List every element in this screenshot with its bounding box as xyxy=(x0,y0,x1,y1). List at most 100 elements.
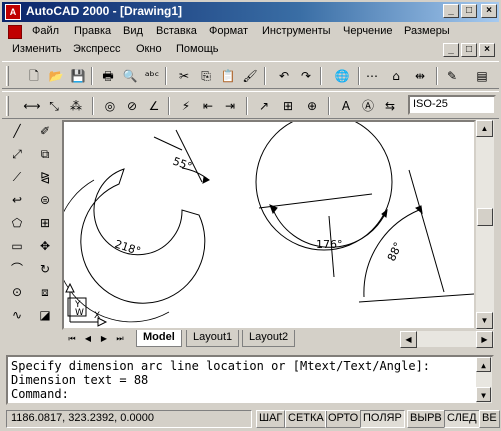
menu-edit[interactable]: Правка xyxy=(74,25,111,37)
menu-format[interactable]: Формат xyxy=(209,25,248,37)
cmd-scroll-up-button[interactable]: ▲ xyxy=(476,357,491,372)
dim-radius-icon[interactable]: ◎ xyxy=(100,96,120,116)
menu-dimension[interactable]: Размеры xyxy=(404,25,450,37)
dim-update-icon[interactable]: ⇆ xyxy=(380,96,400,116)
properties-icon[interactable]: ▤ xyxy=(472,66,492,86)
array-icon[interactable]: ⊞ xyxy=(33,212,57,234)
copy-object-icon[interactable]: ⧉ xyxy=(33,143,57,165)
lineweight-toggle[interactable]: ВЕ xyxy=(479,410,500,428)
minimize-button[interactable]: _ xyxy=(443,4,459,18)
circle-icon[interactable]: ⌒ xyxy=(5,258,29,280)
arc-icon[interactable]: ▭ xyxy=(5,235,29,257)
point-icon[interactable]: ⇹ xyxy=(410,66,430,86)
tab-first-button[interactable]: ⏮ xyxy=(64,331,80,347)
dim-baseline-icon[interactable]: ⇤ xyxy=(198,96,218,116)
arc-shape-1 xyxy=(80,168,206,304)
menu-draw[interactable]: Черчение xyxy=(343,25,393,37)
snap-toggle[interactable]: ШАГ xyxy=(256,410,286,428)
scroll-up-button[interactable]: ▲ xyxy=(476,120,493,137)
tab-prev-button[interactable]: ◀ xyxy=(80,331,96,347)
erase-icon[interactable]: ✐ xyxy=(33,120,57,142)
web-icon[interactable]: 🌐 xyxy=(332,66,352,86)
dim-linear-icon[interactable]: ⟷ xyxy=(22,96,42,116)
menu-help[interactable]: Помощь xyxy=(176,43,219,55)
drawing-canvas[interactable]: 218° 55° 176° 88° Y W X xyxy=(62,120,476,330)
menu-modify[interactable]: Изменить xyxy=(12,43,62,55)
command-window[interactable]: Specify dimension arc line location or [… xyxy=(6,355,494,405)
move-icon[interactable]: ✥ xyxy=(33,235,57,257)
menu-tools[interactable]: Инструменты xyxy=(262,25,331,37)
menu-file[interactable]: Файл xyxy=(32,25,59,37)
cmd-scroll-down-button[interactable]: ▼ xyxy=(476,387,491,402)
dim-continue-icon[interactable]: ⇥ xyxy=(220,96,240,116)
tab-model[interactable]: Model xyxy=(136,330,182,347)
menu-insert[interactable]: Вставка xyxy=(156,25,197,37)
stretch-icon[interactable]: ◪ xyxy=(33,304,57,326)
dim-edit-icon[interactable]: A xyxy=(336,96,356,116)
open-icon[interactable]: 📂 xyxy=(46,66,66,86)
copy-icon[interactable]: ⎘ xyxy=(196,66,216,86)
scroll-down-button[interactable]: ▼ xyxy=(476,312,493,329)
doc-restore-button[interactable]: □ xyxy=(461,43,477,57)
pencil-icon[interactable]: ✎ xyxy=(442,66,462,86)
scroll-right-button[interactable]: ▶ xyxy=(476,331,493,348)
tab-layout2[interactable]: Layout2 xyxy=(242,330,296,347)
autocad-app-icon[interactable]: A xyxy=(5,4,21,20)
maximize-button[interactable]: □ xyxy=(461,4,477,18)
mirror-icon[interactable]: ⧎ xyxy=(33,166,57,188)
offset-icon[interactable]: ⊜ xyxy=(33,189,57,211)
leader-icon[interactable]: ↗ xyxy=(254,96,274,116)
cut-icon[interactable]: ✂ xyxy=(174,66,194,86)
menu-view[interactable]: Вид xyxy=(123,25,143,37)
hyperlink-icon[interactable]: ⋯ xyxy=(362,66,382,86)
undo-icon[interactable]: ↶ xyxy=(274,66,294,86)
center-mark-icon[interactable]: ⊕ xyxy=(302,96,322,116)
construction-line-icon[interactable]: ⤢ xyxy=(5,143,29,165)
doc-close-button[interactable]: × xyxy=(479,43,495,57)
dim-angular-icon[interactable]: ∠ xyxy=(144,96,164,116)
command-scrollbar[interactable]: ▲ ▼ xyxy=(476,357,492,403)
horizontal-scrollbar[interactable]: ◀ ▶ xyxy=(400,331,494,348)
close-button[interactable]: × xyxy=(481,4,497,18)
command-prompt[interactable]: Command: xyxy=(11,387,489,401)
menu-express[interactable]: Экспресс xyxy=(73,43,121,55)
dim-text-edit-icon[interactable]: Ⓐ xyxy=(358,96,378,116)
tab-last-button[interactable]: ⏭ xyxy=(112,331,128,347)
polygon-icon[interactable]: ↩ xyxy=(5,189,29,211)
spline-icon[interactable]: ⊙ xyxy=(5,281,29,303)
otrack-toggle[interactable]: СЛЕД xyxy=(444,410,480,428)
spell-icon[interactable]: ᵃᵇᶜ xyxy=(142,66,162,86)
preview-icon[interactable]: 🔍 xyxy=(120,66,140,86)
vertical-scrollbar[interactable]: ▲ ▼ xyxy=(476,120,494,330)
line-icon[interactable]: ╱ xyxy=(5,120,29,142)
tracking-icon[interactable]: ⌂ xyxy=(386,66,406,86)
scale-icon[interactable]: ⧈ xyxy=(33,281,57,303)
tab-layout1[interactable]: Layout1 xyxy=(186,330,240,347)
tab-next-button[interactable]: ▶ xyxy=(96,331,112,347)
menu-window[interactable]: Окно xyxy=(136,43,162,55)
rotate-icon[interactable]: ↻ xyxy=(33,258,57,280)
document-icon[interactable] xyxy=(8,25,22,39)
tolerance-icon[interactable]: ⊞ xyxy=(278,96,298,116)
ellipse-icon[interactable]: ∿ xyxy=(5,304,29,326)
doc-minimize-button[interactable]: _ xyxy=(443,43,459,57)
ortho-toggle[interactable]: ОРТО xyxy=(325,410,362,428)
rectangle-icon[interactable]: ⬠ xyxy=(5,212,29,234)
osnap-toggle[interactable]: ВЫРВ xyxy=(407,410,445,428)
scroll-thumb[interactable] xyxy=(477,208,493,226)
dim-aligned-icon[interactable]: ⤡ xyxy=(44,96,64,116)
matchprop-icon[interactable]: 🖌 xyxy=(240,66,260,86)
redo-icon[interactable]: ↷ xyxy=(296,66,316,86)
save-icon[interactable]: 💾 xyxy=(68,66,88,86)
dim-quick-icon[interactable]: ⚡ xyxy=(176,96,196,116)
dim-ordinate-icon[interactable]: ⁂ xyxy=(66,96,86,116)
paste-icon[interactable]: 📋 xyxy=(218,66,238,86)
scroll-left-button[interactable]: ◀ xyxy=(400,331,417,348)
dimstyle-select[interactable]: ISO-25 xyxy=(408,95,496,115)
polyline-icon[interactable]: ⟋ xyxy=(5,166,29,188)
print-icon[interactable]: 🖶 xyxy=(98,66,118,86)
new-icon[interactable]: 🗋 xyxy=(24,66,44,86)
grid-toggle[interactable]: СЕТКА xyxy=(285,410,327,428)
dim-diameter-icon[interactable]: ⊘ xyxy=(122,96,142,116)
polar-toggle[interactable]: ПОЛЯР xyxy=(360,410,405,428)
